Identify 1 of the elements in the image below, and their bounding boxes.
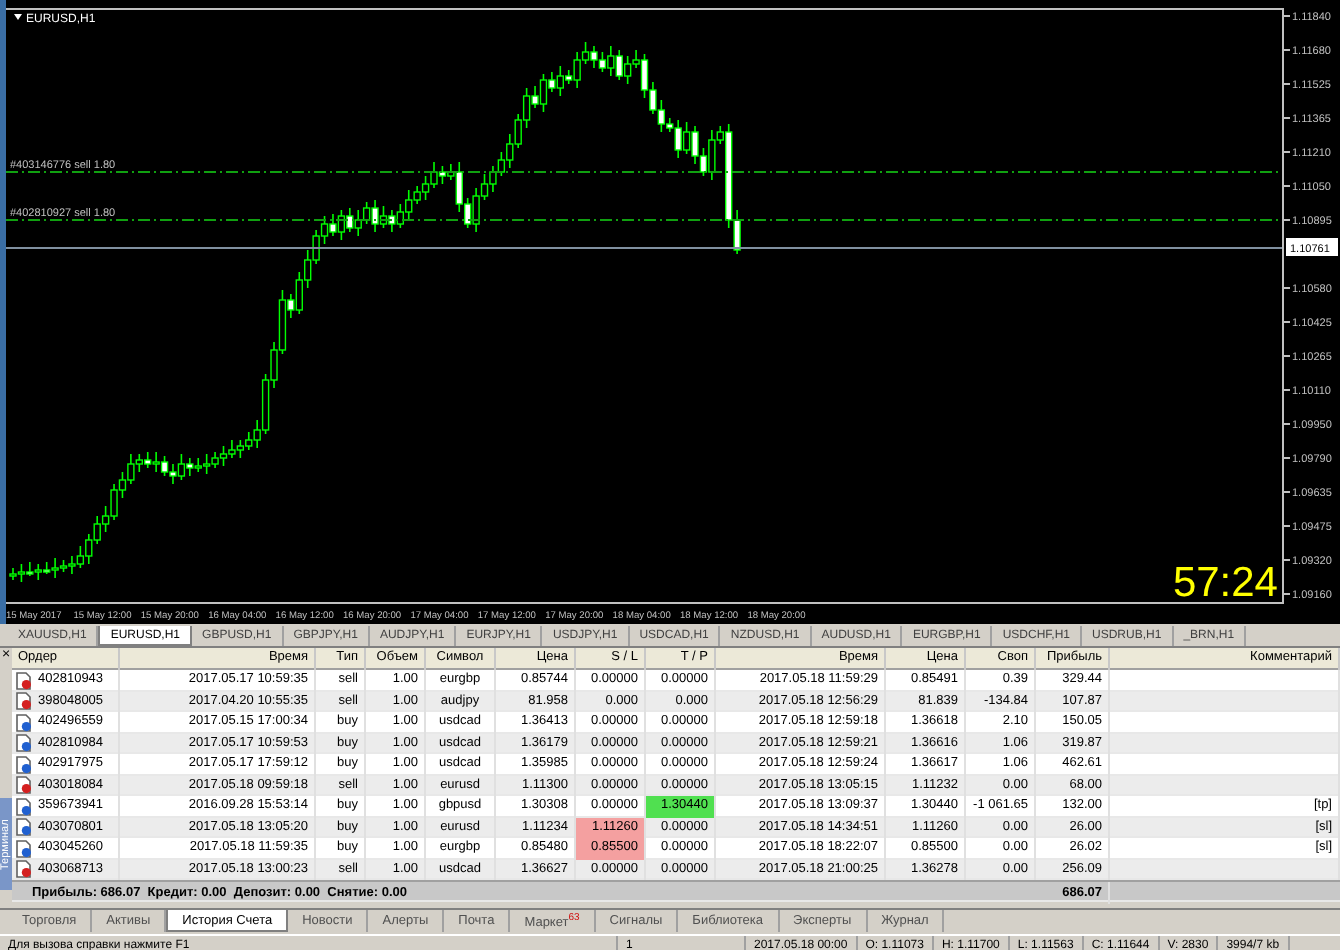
countdown-timer: 57:24 (1172, 560, 1278, 606)
